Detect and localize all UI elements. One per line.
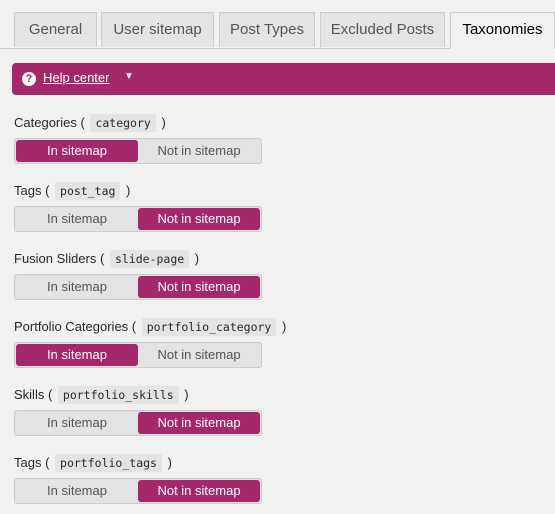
- question-icon: ?: [22, 72, 36, 86]
- not-in-sitemap-option[interactable]: Not in sitemap: [138, 412, 260, 434]
- taxonomy-group: Categories ( category ) In sitemap Not in …: [14, 112, 262, 164]
- taxonomy-name: Categories: [14, 115, 77, 130]
- in-sitemap-option[interactable]: In sitemap: [16, 412, 138, 434]
- taxonomy-slug: portfolio_skills: [57, 386, 179, 404]
- taxonomy-group: Fusion Sliders ( slide-page ) In sitemap N…: [14, 248, 262, 300]
- taxonomy-slug: portfolio_tags: [55, 454, 162, 472]
- in-sitemap-option[interactable]: In sitemap: [16, 208, 138, 230]
- sitemap-toggle: In sitemap Not in sitemap: [14, 342, 262, 368]
- not-in-sitemap-option[interactable]: Not in sitemap: [138, 480, 260, 502]
- tab-taxonomies[interactable]: Taxonomies: [450, 12, 555, 49]
- not-in-sitemap-option[interactable]: Not in sitemap: [138, 140, 260, 162]
- in-sitemap-option[interactable]: In sitemap: [16, 480, 138, 502]
- taxonomy-name: Skills: [14, 387, 45, 402]
- tab-post-types[interactable]: Post Types: [219, 12, 315, 47]
- taxonomy-group: Portfolio Categories ( portfolio_categor…: [14, 316, 286, 368]
- taxonomy-name: Fusion Sliders: [14, 251, 97, 266]
- sitemap-toggle: In sitemap Not in sitemap: [14, 138, 262, 164]
- not-in-sitemap-option[interactable]: Not in sitemap: [138, 276, 260, 298]
- tab-user-sitemap[interactable]: User sitemap: [101, 12, 214, 47]
- taxonomy-name: Portfolio Categories: [14, 319, 129, 334]
- taxonomy-slug: post_tag: [55, 182, 121, 200]
- sitemap-toggle: In sitemap Not in sitemap: [14, 410, 262, 436]
- help-center-bar: ? Help center ▼: [12, 63, 555, 95]
- taxonomy-name: Tags: [14, 455, 42, 470]
- in-sitemap-option[interactable]: In sitemap: [16, 140, 138, 162]
- taxonomy-slug: slide-page: [109, 250, 190, 268]
- caret-down-icon[interactable]: ▼: [124, 71, 134, 82]
- taxonomy-group: Tags ( portfolio_tags ) In sitemap Not in …: [14, 452, 262, 504]
- sitemap-toggle: In sitemap Not in sitemap: [14, 274, 262, 300]
- taxonomy-label: Tags ( post_tag ): [14, 182, 131, 200]
- tab-excluded-posts[interactable]: Excluded Posts: [320, 12, 445, 47]
- taxonomy-name: Tags: [14, 183, 42, 198]
- taxonomy-label: Fusion Sliders ( slide-page ): [14, 250, 200, 268]
- taxonomy-slug: portfolio_category: [141, 318, 277, 336]
- taxonomy-group: Tags ( post_tag ) In sitemap Not in sitema…: [14, 180, 262, 232]
- sitemap-toggle: In sitemap Not in sitemap: [14, 478, 262, 504]
- not-in-sitemap-option[interactable]: Not in sitemap: [138, 208, 260, 230]
- help-center-link[interactable]: Help center: [43, 70, 109, 85]
- taxonomy-label: Tags ( portfolio_tags ): [14, 454, 172, 472]
- taxonomy-label: Categories ( category ): [14, 114, 166, 132]
- in-sitemap-option[interactable]: In sitemap: [16, 344, 138, 366]
- taxonomy-group: Skills ( portfolio_skills ) In sitemap Not…: [14, 384, 262, 436]
- tab-general[interactable]: General: [14, 12, 97, 47]
- in-sitemap-option[interactable]: In sitemap: [16, 276, 138, 298]
- not-in-sitemap-option[interactable]: Not in sitemap: [138, 344, 260, 366]
- settings-tabs: General User sitemap Post Types Excluded…: [0, 0, 555, 49]
- taxonomy-label: Portfolio Categories ( portfolio_categor…: [14, 318, 287, 336]
- taxonomy-label: Skills ( portfolio_skills ): [14, 386, 189, 404]
- taxonomy-slug: category: [90, 114, 156, 132]
- sitemap-toggle: In sitemap Not in sitemap: [14, 206, 262, 232]
